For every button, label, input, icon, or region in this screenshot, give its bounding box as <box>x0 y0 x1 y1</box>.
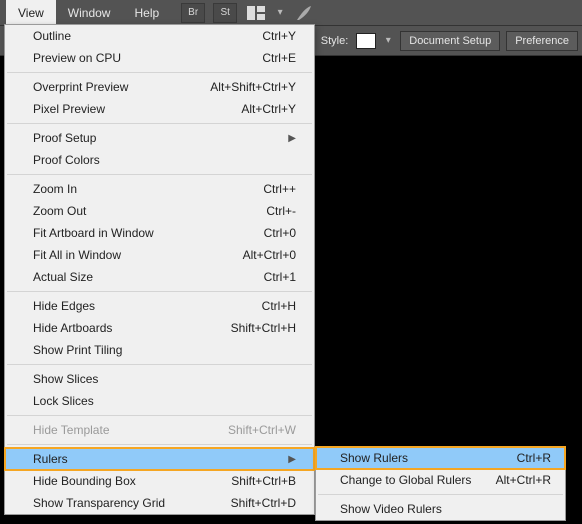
chevron-right-icon: ▶ <box>288 454 296 465</box>
menu-pixel-preview[interactable]: Pixel PreviewAlt+Ctrl+Y <box>5 98 314 120</box>
stock-icon[interactable]: St <box>213 3 237 23</box>
submenu-show-video-rulers[interactable]: Show Video Rulers <box>316 498 565 520</box>
document-setup-button[interactable]: Document Setup <box>400 31 500 51</box>
submenu-show-rulers[interactable]: Show RulersCtrl+R <box>316 447 565 469</box>
menu-hide-bounding-box[interactable]: Hide Bounding BoxShift+Ctrl+B <box>5 470 314 492</box>
menu-preview-cpu[interactable]: Preview on CPUCtrl+E <box>5 47 314 69</box>
menu-separator <box>7 123 312 124</box>
toolbar-icon-group: Br St ▾ <box>181 3 315 23</box>
menu-zoom-out[interactable]: Zoom OutCtrl+- <box>5 200 314 222</box>
menu-zoom-in[interactable]: Zoom InCtrl++ <box>5 178 314 200</box>
menu-separator <box>7 415 312 416</box>
menu-proof-setup[interactable]: Proof Setup▶ <box>5 127 314 149</box>
menu-show-print-tiling[interactable]: Show Print Tiling <box>5 339 314 361</box>
menu-proof-colors[interactable]: Proof Colors <box>5 149 314 171</box>
menu-help[interactable]: Help <box>122 0 171 25</box>
menu-separator <box>7 174 312 175</box>
menu-overprint-preview[interactable]: Overprint PreviewAlt+Shift+Ctrl+Y <box>5 76 314 98</box>
menu-view[interactable]: View <box>6 0 56 25</box>
menu-lock-slices[interactable]: Lock Slices <box>5 390 314 412</box>
preferences-button[interactable]: Preference <box>506 31 578 51</box>
menu-outline[interactable]: OutlineCtrl+Y <box>5 25 314 47</box>
menu-show-transparency-grid[interactable]: Show Transparency GridShift+Ctrl+D <box>5 492 314 514</box>
bridge-icon[interactable]: Br <box>181 3 205 23</box>
style-dropdown-icon[interactable]: ▾ <box>382 33 394 49</box>
menu-hide-artboards[interactable]: Hide ArtboardsShift+Ctrl+H <box>5 317 314 339</box>
rulers-submenu: Show RulersCtrl+R Change to Global Ruler… <box>315 446 566 521</box>
view-menu-dropdown: OutlineCtrl+Y Preview on CPUCtrl+E Overp… <box>4 24 315 515</box>
menu-rulers[interactable]: Rulers▶ <box>5 448 314 470</box>
style-swatch[interactable] <box>356 33 376 49</box>
submenu-change-global-rulers[interactable]: Change to Global RulersAlt+Ctrl+R <box>316 469 565 491</box>
menu-fit-artboard[interactable]: Fit Artboard in WindowCtrl+0 <box>5 222 314 244</box>
chevron-right-icon: ▶ <box>288 133 296 144</box>
menu-separator <box>7 72 312 73</box>
menu-actual-size[interactable]: Actual SizeCtrl+1 <box>5 266 314 288</box>
menu-fit-all[interactable]: Fit All in WindowAlt+Ctrl+0 <box>5 244 314 266</box>
menu-hide-template: Hide TemplateShift+Ctrl+W <box>5 419 314 441</box>
menu-separator <box>7 364 312 365</box>
menu-separator <box>7 444 312 445</box>
menu-separator <box>7 291 312 292</box>
menu-window[interactable]: Window <box>56 0 123 25</box>
menu-show-slices[interactable]: Show Slices <box>5 368 314 390</box>
menu-separator <box>318 494 563 495</box>
app-menubar: View Window Help Br St ▾ <box>0 0 582 26</box>
menu-hide-edges[interactable]: Hide EdgesCtrl+H <box>5 295 314 317</box>
arrange-docs-icon[interactable] <box>245 3 267 23</box>
chevron-down-icon[interactable]: ▾ <box>275 3 285 23</box>
feather-icon[interactable] <box>293 3 315 23</box>
style-label: Style: <box>321 35 349 47</box>
